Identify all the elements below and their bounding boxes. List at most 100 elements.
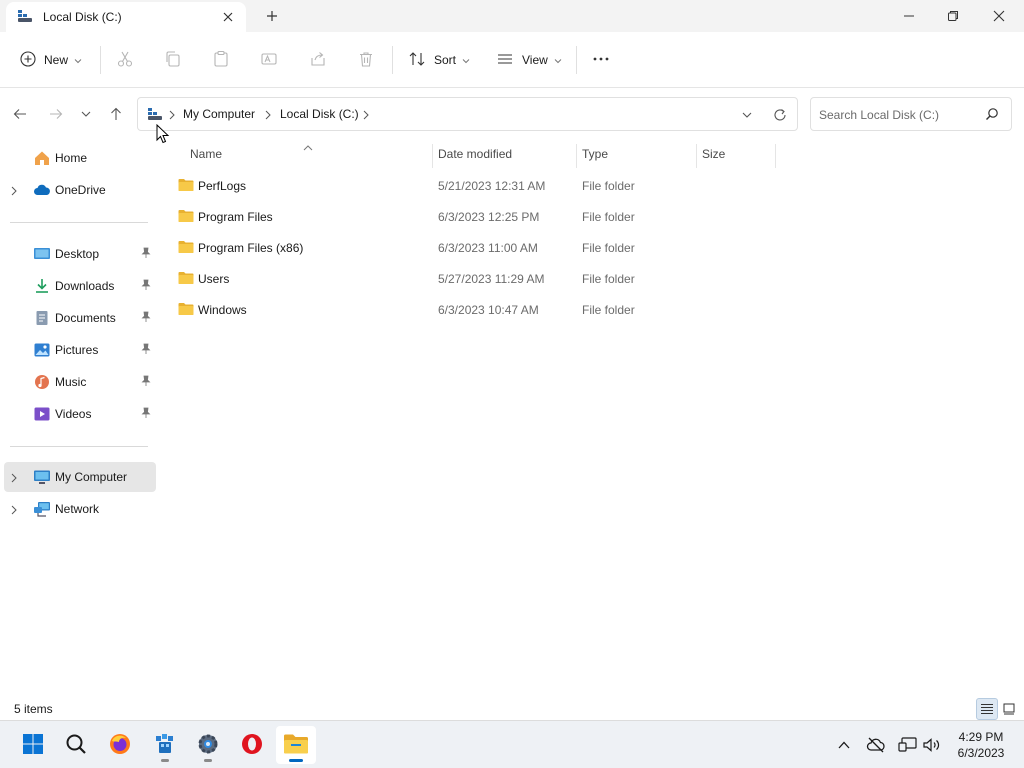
sidebar-item-home[interactable]: Home xyxy=(4,143,156,173)
toolbar-divider xyxy=(576,46,577,74)
sort-icon xyxy=(408,50,426,71)
up-arrow-icon[interactable] xyxy=(104,102,128,126)
more-icon xyxy=(592,50,610,71)
file-name: Program Files (x86) xyxy=(198,241,304,255)
taskbar-app[interactable] xyxy=(145,726,185,764)
chevron-right-icon[interactable] xyxy=(11,504,17,518)
view-button[interactable]: View xyxy=(496,46,562,74)
taskbar-firefox[interactable] xyxy=(100,726,140,764)
restore-icon[interactable] xyxy=(930,0,976,32)
search-icon[interactable] xyxy=(985,107,1001,123)
chevron-right-icon[interactable] xyxy=(363,109,369,123)
chevron-right-icon xyxy=(169,109,175,123)
sort-button[interactable]: Sort xyxy=(408,46,470,74)
cut-button[interactable] xyxy=(116,46,134,74)
onedrive-offline-icon[interactable] xyxy=(866,735,886,755)
chevron-right-icon[interactable] xyxy=(265,109,271,123)
start-button[interactable] xyxy=(13,726,53,764)
sidebar-item-onedrive[interactable]: OneDrive xyxy=(4,175,156,205)
sidebar-item-label: Videos xyxy=(55,407,92,421)
column-header-date[interactable]: Date modified xyxy=(438,147,512,161)
pin-icon xyxy=(141,247,151,262)
network-status-icon[interactable] xyxy=(898,735,918,755)
file-type: File folder xyxy=(582,210,635,224)
column-divider[interactable] xyxy=(576,144,577,168)
share-icon xyxy=(309,50,327,71)
sidebar-item-videos[interactable]: Videos xyxy=(4,399,156,429)
column-divider[interactable] xyxy=(696,144,697,168)
minimize-icon[interactable] xyxy=(886,0,932,32)
copy-icon xyxy=(164,50,182,71)
file-name: Program Files xyxy=(198,210,273,224)
taskbar-settings[interactable] xyxy=(188,726,228,764)
sidebar-item-my-computer[interactable]: My Computer xyxy=(4,462,156,492)
recent-locations-chevron-icon[interactable] xyxy=(74,102,98,126)
back-arrow-icon[interactable] xyxy=(8,102,32,126)
column-header-type[interactable]: Type xyxy=(582,147,608,161)
sidebar-item-label: OneDrive xyxy=(55,183,106,197)
title-bar: Local Disk (C:) xyxy=(0,0,1024,32)
refresh-icon[interactable] xyxy=(770,105,790,125)
column-divider[interactable] xyxy=(775,144,776,168)
system-clock[interactable]: 4:29 PM 6/3/2023 xyxy=(946,729,1016,761)
more-button[interactable] xyxy=(592,46,610,74)
file-type: File folder xyxy=(582,179,635,193)
sidebar-item-label: Music xyxy=(55,375,87,389)
rename-button[interactable] xyxy=(260,46,278,74)
computer-icon xyxy=(33,469,51,485)
sidebar-item-label: Desktop xyxy=(55,247,100,261)
breadcrumb-my-computer[interactable]: My Computer xyxy=(183,107,255,121)
address-history-chevron-icon[interactable] xyxy=(738,106,756,124)
clock-date: 6/3/2023 xyxy=(957,746,1005,760)
sidebar-item-music[interactable]: Music xyxy=(4,367,156,397)
search-box[interactable] xyxy=(810,97,1012,131)
share-button[interactable] xyxy=(309,46,327,74)
pin-icon xyxy=(141,343,151,358)
close-window-icon[interactable] xyxy=(976,0,1022,32)
forward-arrow-icon[interactable] xyxy=(44,102,68,126)
sidebar-item-network[interactable]: Network xyxy=(4,494,156,524)
new-button[interactable]: New xyxy=(20,46,82,74)
paste-button[interactable] xyxy=(212,46,230,74)
desktop-icon xyxy=(33,246,51,262)
search-input[interactable] xyxy=(819,106,979,124)
running-indicator xyxy=(204,759,212,762)
table-row[interactable]: Users 5/27/2023 11:29 AM File folder xyxy=(170,264,780,294)
toolbar-divider xyxy=(392,46,393,74)
sidebar-item-downloads[interactable]: Downloads xyxy=(4,271,156,301)
taskbar-search-button[interactable] xyxy=(56,726,96,764)
delete-button[interactable] xyxy=(357,46,375,74)
table-row[interactable]: PerfLogs 5/21/2023 12:31 AM File folder xyxy=(170,171,780,201)
taskbar-file-explorer[interactable] xyxy=(276,726,316,764)
address-bar[interactable]: My Computer Local Disk (C:) xyxy=(137,97,798,131)
new-tab-icon[interactable] xyxy=(262,6,282,26)
taskbar-opera[interactable] xyxy=(232,726,272,764)
large-icons-view-icon[interactable] xyxy=(998,698,1020,720)
sidebar-item-pictures[interactable]: Pictures xyxy=(4,335,156,365)
file-date: 6/3/2023 10:47 AM xyxy=(438,303,539,317)
copy-button[interactable] xyxy=(164,46,182,74)
column-divider[interactable] xyxy=(432,144,433,168)
sidebar-item-desktop[interactable]: Desktop xyxy=(4,239,156,269)
chevron-right-icon[interactable] xyxy=(11,185,17,199)
volume-icon[interactable] xyxy=(922,735,942,755)
file-explorer-icon xyxy=(283,733,309,758)
column-header-size[interactable]: Size xyxy=(702,147,725,161)
table-row[interactable]: Program Files 6/3/2023 12:25 PM File fol… xyxy=(170,202,780,232)
chevron-right-icon[interactable] xyxy=(11,472,17,486)
file-name: PerfLogs xyxy=(198,179,247,193)
navigation-pane: Home OneDrive Desktop Downloads Document… xyxy=(0,140,160,700)
chevron-down-icon xyxy=(554,53,562,67)
sidebar-item-documents[interactable]: Documents xyxy=(4,303,156,333)
close-tab-icon[interactable] xyxy=(218,7,238,27)
breadcrumb-local-disk[interactable]: Local Disk (C:) xyxy=(280,107,359,121)
table-row[interactable]: Program Files (x86) 6/3/2023 11:00 AM Fi… xyxy=(170,233,780,263)
item-count: 5 items xyxy=(14,702,53,716)
chevron-up-icon[interactable] xyxy=(834,735,854,755)
details-view-icon[interactable] xyxy=(976,698,998,720)
column-header-name[interactable]: Name xyxy=(190,147,222,161)
tab-local-disk[interactable]: Local Disk (C:) xyxy=(6,2,246,32)
sidebar-item-label: Network xyxy=(55,502,100,516)
file-type: File folder xyxy=(582,303,635,317)
table-row[interactable]: Windows 6/3/2023 10:47 AM File folder xyxy=(170,295,780,325)
